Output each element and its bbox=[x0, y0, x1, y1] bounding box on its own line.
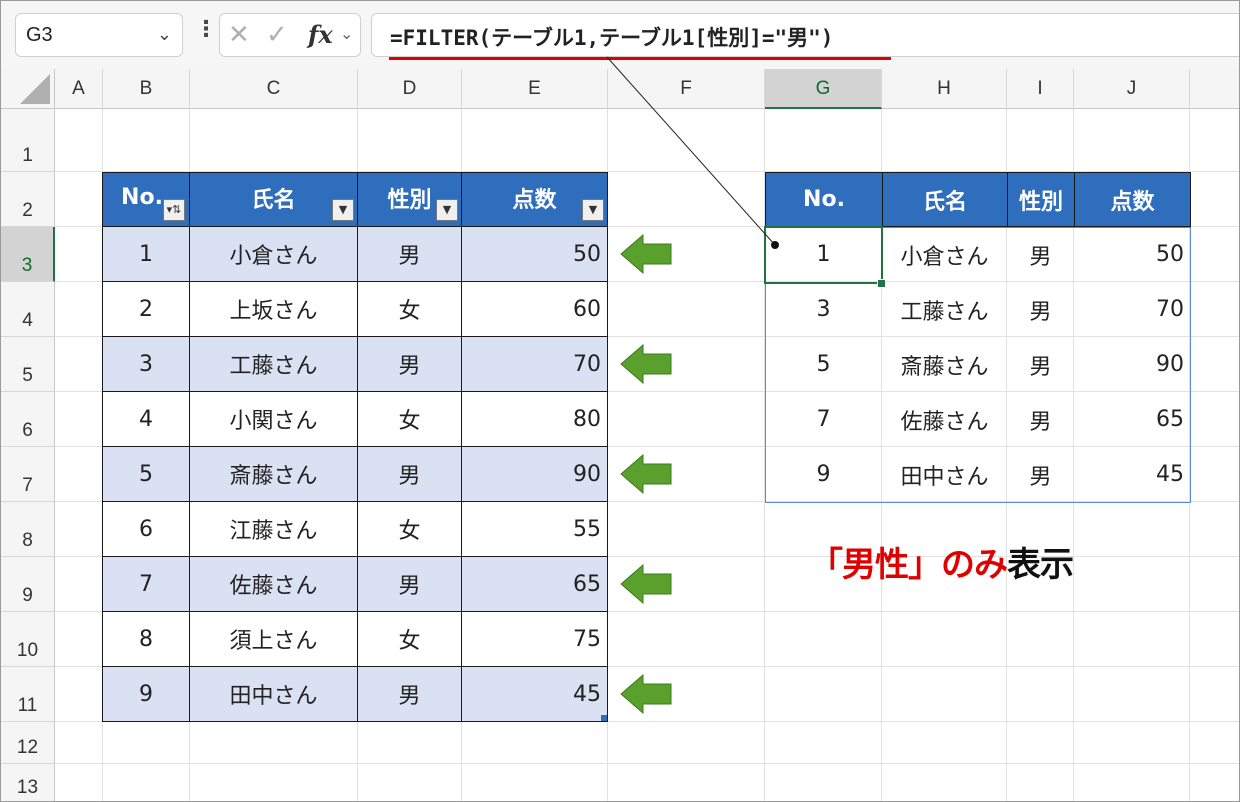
annotation-red-text: 「男性」のみ bbox=[809, 545, 1008, 585]
annotation-label: 「男性」のみ表示 bbox=[809, 537, 1074, 586]
leader-line bbox=[606, 56, 779, 249]
spreadsheet-window: G3 ⌄ ⋮ ✕ ✓ fx ⌄ =FILTER(テーブル1,テーブル1[性別]=… bbox=[0, 0, 1240, 802]
annotation-black-text: 表示 bbox=[1007, 545, 1074, 585]
